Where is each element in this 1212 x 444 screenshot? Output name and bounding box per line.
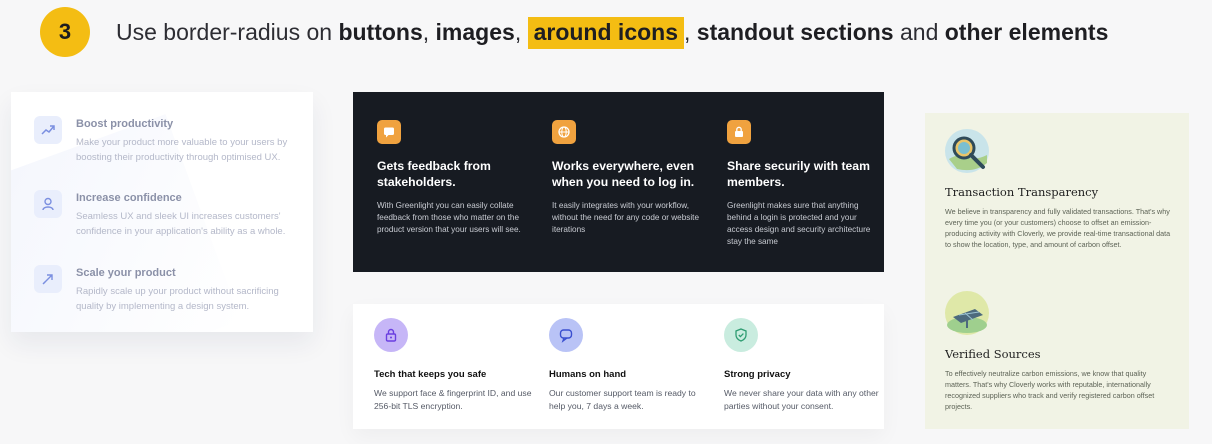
feature-item: Transaction Transparency We believe in t…	[945, 129, 1173, 250]
feature-description: With Greenlight you can easily collate f…	[377, 201, 521, 234]
feature-description: We believe in transparency and fully val…	[945, 207, 1171, 249]
feature-item: Gets feedback from stakeholders. With Gr…	[377, 120, 525, 236]
feature-description: Make your product more valuable to your …	[76, 137, 288, 163]
feature-title: Scale your product	[76, 267, 176, 279]
feature-title: Tech that keeps you safe	[374, 369, 487, 380]
feature-description: We never share your data with any other …	[724, 388, 879, 411]
headline: Use border-radius on buttons, images, ar…	[116, 16, 1108, 49]
feature-item: Verified Sources To effectively neutrali…	[945, 291, 1173, 412]
feature-title: Boost productivity	[76, 118, 174, 130]
feature-title: Strong privacy	[724, 369, 791, 380]
feature-title: Share securily with team members.	[727, 159, 870, 189]
feature-item: Increase confidence Seamless UX and slee…	[34, 190, 298, 239]
feature-description: We support face & fingerprint ID, and us…	[374, 388, 532, 411]
feature-card-beige: Transaction Transparency We believe in t…	[925, 113, 1189, 429]
feature-title: Increase confidence	[76, 192, 182, 204]
chat-bubble-icon	[377, 120, 401, 144]
feature-item: Humans on hand Our customer support team…	[549, 318, 709, 412]
feature-item: Works everywhere, even when you need to …	[552, 120, 700, 236]
globe-icon	[552, 120, 576, 144]
feature-title: Transaction Transparency	[945, 185, 1099, 199]
shield-check-icon	[724, 318, 758, 352]
feature-description: Greenlight makes sure that anything behi…	[727, 201, 871, 246]
feature-item: Boost productivity Make your product mor…	[34, 116, 298, 165]
section-header: 3 Use border-radius on buttons, images, …	[40, 7, 1108, 57]
feature-title: Gets feedback from stakeholders.	[377, 159, 491, 189]
feature-description: Seamless UX and sleek UI increases custo…	[76, 211, 286, 237]
feature-card-dark: Gets feedback from stakeholders. With Gr…	[353, 92, 884, 272]
feature-description: To effectively neutralize carbon emissio…	[945, 369, 1155, 411]
feature-item: Strong privacy We never share your data …	[724, 318, 884, 412]
feature-item: Scale your product Rapidly scale up your…	[34, 265, 298, 314]
feature-title: Verified Sources	[945, 347, 1041, 361]
trend-up-icon	[34, 116, 62, 144]
feature-card-white: Tech that keeps you safe We support face…	[353, 304, 884, 429]
magnifier-illustration	[945, 129, 989, 173]
rocket-icon	[34, 265, 62, 293]
chat-icon	[549, 318, 583, 352]
highlighted-phrase: around icons	[527, 16, 684, 49]
feature-item: Share securily with team members. Greenl…	[727, 120, 875, 248]
lock-icon	[374, 318, 408, 352]
feature-title: Works everywhere, even when you need to …	[552, 159, 695, 189]
feature-description: Our customer support team is ready to he…	[549, 388, 696, 411]
lock-icon	[727, 120, 751, 144]
feature-description: Rapidly scale up your product without sa…	[76, 286, 279, 312]
user-icon	[34, 190, 62, 218]
feature-item: Tech that keeps you safe We support face…	[374, 318, 534, 412]
feature-card-light: Boost productivity Make your product mor…	[11, 92, 313, 332]
step-number-badge: 3	[40, 7, 90, 57]
solar-panel-illustration	[945, 291, 989, 335]
feature-description: It easily integrates with your workflow,…	[552, 201, 700, 234]
feature-title: Humans on hand	[549, 369, 627, 380]
